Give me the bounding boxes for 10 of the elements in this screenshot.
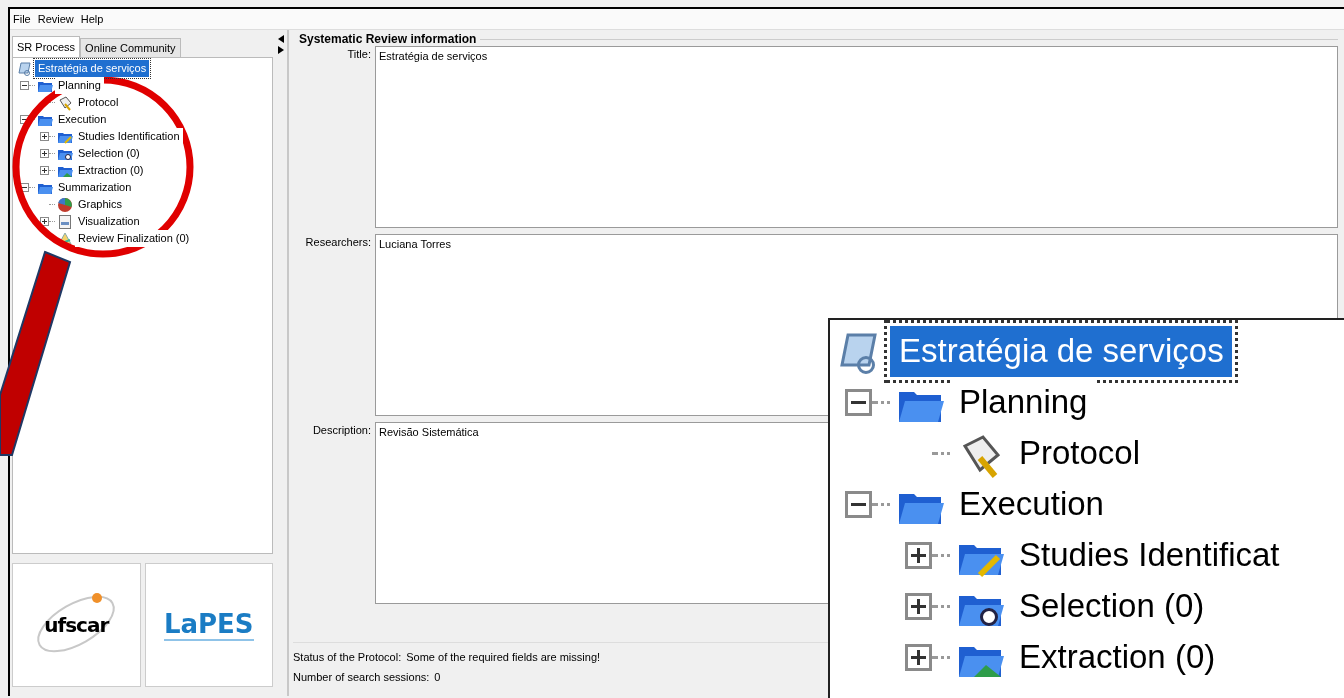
logo-text: ufscar — [44, 613, 109, 637]
status-label: Number of search sessions: — [293, 671, 430, 683]
status-label: Status of the Protocol: — [293, 651, 402, 663]
logo-text: LaPES — [163, 609, 254, 641]
status-value: 0 — [434, 671, 441, 683]
status-value: Some of the required fields are missing! — [406, 651, 601, 663]
section-title: Systematic Review information — [299, 32, 477, 46]
field-label: Description: — [311, 423, 372, 438]
field-label: Researchers: — [304, 235, 372, 250]
field-label: Title: — [346, 47, 372, 62]
